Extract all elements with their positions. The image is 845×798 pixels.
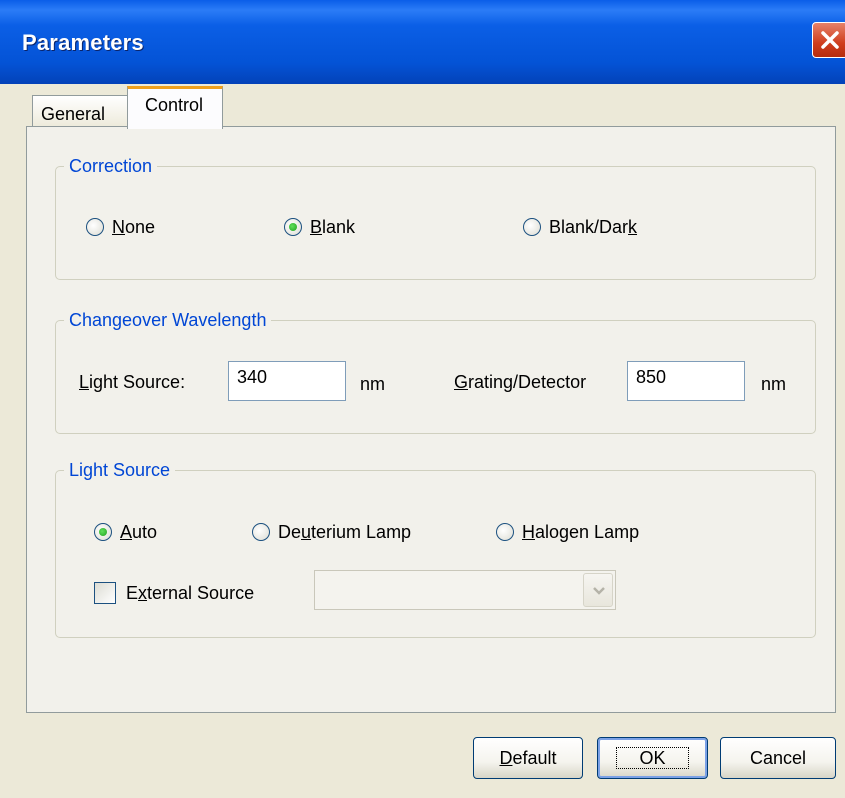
window-title: Parameters	[22, 30, 144, 55]
chevron-down-icon	[593, 587, 605, 595]
tab-control-label: Control	[145, 95, 204, 115]
radio-label: Halogen Lamp	[522, 522, 640, 542]
radio-label: None	[112, 217, 156, 237]
radio-circle	[284, 218, 302, 236]
default-button-label: Default	[499, 748, 557, 768]
light-source-wavelength-input[interactable]: 340	[228, 361, 346, 401]
radio-circle	[86, 218, 104, 236]
light-source-label: Light Source:	[79, 372, 186, 392]
title-bar[interactable]: Parameters	[0, 0, 845, 84]
radio-circle	[496, 523, 514, 541]
light-source-unit: nm	[360, 374, 386, 394]
parameters-dialog: Parameters General Control Correction No…	[0, 0, 845, 798]
radio-label: Deuterium Lamp	[278, 522, 412, 542]
light-source-legend: Light Source	[64, 459, 176, 481]
changeover-wavelength-legend: Changeover Wavelength	[64, 309, 272, 331]
correction-legend: Correction	[64, 155, 158, 177]
dropdown-button[interactable]	[583, 573, 613, 607]
grating-detector-unit: nm	[761, 374, 787, 394]
external-source-checkbox[interactable]	[94, 582, 116, 604]
ok-button-label: OK	[616, 747, 689, 769]
grating-detector-wavelength-input[interactable]: 850	[627, 361, 745, 401]
close-button[interactable]	[812, 22, 845, 58]
grating-detector-label: Grating/Detector	[454, 372, 587, 392]
tab-general-label: General	[41, 104, 106, 124]
tab-general[interactable]: General	[32, 95, 128, 129]
radio-label: Blank	[310, 217, 356, 237]
close-icon	[821, 31, 839, 49]
radio-circle	[523, 218, 541, 236]
external-source-select[interactable]	[314, 570, 616, 610]
cancel-button-label: Cancel	[749, 748, 807, 768]
correction-group: Correction	[55, 155, 816, 280]
default-button[interactable]: Default	[473, 737, 583, 779]
cancel-button[interactable]: Cancel	[720, 737, 836, 779]
tab-control[interactable]: Control	[127, 86, 223, 129]
radio-label: Blank/Dark	[549, 217, 638, 237]
radio-circle	[252, 523, 270, 541]
ok-button[interactable]: OK	[597, 737, 708, 779]
external-source-label: External Source	[126, 583, 255, 603]
radio-label: Auto	[120, 522, 158, 542]
light-source-group: Light Source	[55, 459, 816, 638]
radio-circle	[94, 523, 112, 541]
